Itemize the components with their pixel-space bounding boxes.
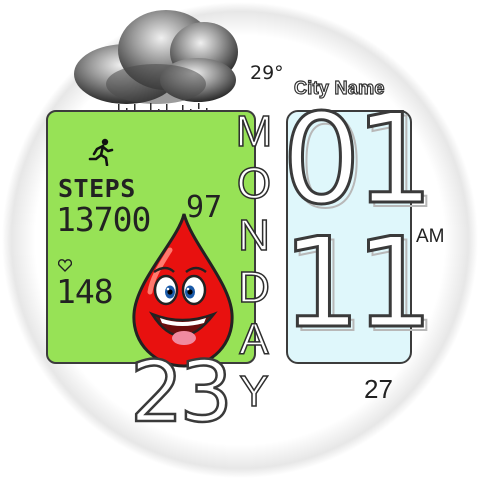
day-letter: A bbox=[239, 315, 270, 364]
heart-icon bbox=[58, 259, 72, 272]
day-letter: Y bbox=[239, 367, 270, 416]
heart-rate: 148 bbox=[56, 272, 114, 311]
day-of-month: 23 bbox=[129, 343, 234, 441]
day-letter: N bbox=[237, 211, 270, 260]
ampm-indicator: AM bbox=[416, 226, 445, 247]
steps-label: STEPS bbox=[58, 174, 136, 203]
hour-display: 01 bbox=[281, 88, 436, 232]
running-person-icon bbox=[88, 138, 114, 166]
temperature: 29° bbox=[250, 62, 284, 84]
day-letter: O bbox=[236, 159, 272, 208]
day-letter: M bbox=[235, 107, 273, 156]
minute-display: 11 bbox=[281, 212, 436, 356]
day-letter: D bbox=[237, 263, 270, 312]
seconds-display: 27 bbox=[364, 374, 393, 404]
